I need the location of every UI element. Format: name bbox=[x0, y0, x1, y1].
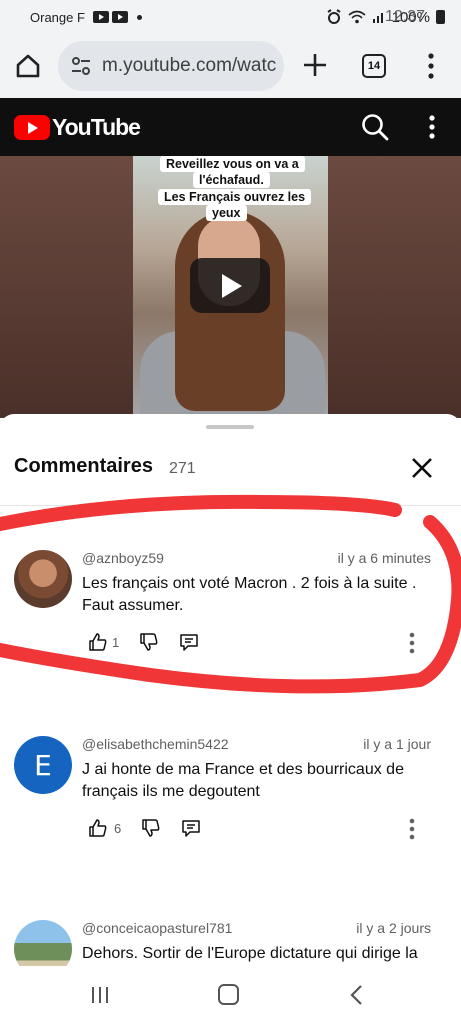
like-count: 1 bbox=[112, 634, 120, 650]
video-caption-line: Les Français ouvrez les bbox=[158, 189, 312, 205]
home-icon[interactable] bbox=[14, 52, 42, 80]
comments-count: 271 bbox=[169, 460, 196, 477]
address-bar[interactable]: m.youtube.com/watc bbox=[58, 41, 284, 91]
home-nav-icon[interactable] bbox=[218, 984, 239, 1005]
reply-button[interactable] bbox=[181, 818, 201, 838]
comment-time: il y a 2 jours bbox=[356, 920, 431, 936]
comment-author[interactable]: @conceicaopasturel781 bbox=[82, 920, 232, 936]
like-button[interactable]: 1 bbox=[88, 632, 119, 652]
comment-text: J ai honte de ma France et des bourricau… bbox=[82, 761, 404, 800]
dislike-button[interactable] bbox=[139, 632, 159, 652]
video-player[interactable]: Reveillez vous on va a l'échafaud. Les F… bbox=[0, 156, 461, 418]
status-bar: Orange F 12:37 100% bbox=[0, 0, 461, 34]
new-tab-icon[interactable] bbox=[302, 52, 328, 78]
comment-more-icon[interactable] bbox=[408, 632, 416, 654]
search-icon[interactable] bbox=[360, 112, 390, 142]
thumbs-down-icon bbox=[140, 633, 158, 651]
carrier-label: Orange F bbox=[30, 9, 85, 25]
avatar[interactable]: E bbox=[14, 736, 72, 794]
youtube-logo-text: YouTube bbox=[52, 114, 141, 140]
browser-toolbar: m.youtube.com/watc 14 bbox=[0, 34, 461, 98]
video-blur-right bbox=[328, 156, 461, 418]
comments-panel: Commentaires 271 @aznboyz59 il y a 6 min… bbox=[0, 414, 461, 966]
tab-count: 14 bbox=[367, 60, 381, 72]
drag-handle[interactable] bbox=[206, 425, 254, 429]
comment-author[interactable]: @elisabethchemin5422 bbox=[82, 736, 229, 752]
comments-title: Commentaires bbox=[14, 455, 153, 477]
url-text: m.youtube.com/watc bbox=[102, 55, 277, 76]
like-button[interactable]: 6 bbox=[88, 818, 121, 838]
comment-actions: 1 bbox=[88, 632, 219, 652]
site-settings-icon[interactable] bbox=[70, 55, 92, 77]
reply-icon bbox=[180, 634, 198, 651]
comment-author[interactable]: @aznboyz59 bbox=[82, 550, 164, 566]
comment-time: il y a 6 minutes bbox=[337, 550, 431, 566]
video-caption-line: yeux bbox=[206, 205, 247, 221]
signal-icon bbox=[372, 13, 383, 23]
youtube-menu-icon[interactable] bbox=[428, 114, 436, 140]
video-caption-line: Reveillez vous on va a bbox=[160, 156, 305, 172]
tab-switcher-button[interactable]: 14 bbox=[362, 54, 386, 78]
video-blur-left bbox=[0, 156, 133, 418]
youtube-notification-icon bbox=[92, 11, 109, 23]
comment-more-icon[interactable] bbox=[408, 818, 416, 840]
dislike-button[interactable] bbox=[141, 818, 161, 838]
divider bbox=[0, 505, 461, 506]
close-icon[interactable] bbox=[410, 456, 434, 480]
like-count: 6 bbox=[114, 820, 122, 836]
play-button[interactable] bbox=[190, 258, 270, 313]
browser-menu-icon[interactable] bbox=[426, 52, 436, 80]
reply-button[interactable] bbox=[179, 632, 199, 652]
system-nav-bar bbox=[0, 966, 461, 1024]
battery-icon bbox=[436, 10, 445, 24]
more-notifications-icon bbox=[136, 14, 142, 20]
youtube-notification-icon bbox=[111, 11, 128, 23]
clock: 12:37 bbox=[384, 8, 425, 25]
video-caption-line: l'échafaud. bbox=[193, 172, 270, 188]
thumbs-down-icon bbox=[142, 819, 160, 837]
comment-text: Les français ont voté Macron . 2 fois à … bbox=[82, 575, 417, 614]
comment-actions: 6 bbox=[88, 818, 221, 838]
comment-time: il y a 1 jour bbox=[363, 736, 431, 752]
youtube-logo[interactable]: YouTube bbox=[14, 114, 141, 141]
thumbs-up-icon bbox=[89, 633, 107, 651]
avatar[interactable] bbox=[14, 550, 72, 608]
back-icon[interactable] bbox=[349, 984, 363, 1006]
reply-icon bbox=[182, 820, 200, 837]
youtube-play-logo-icon bbox=[14, 115, 50, 140]
avatar[interactable] bbox=[14, 920, 72, 966]
thumbs-up-icon bbox=[89, 819, 107, 837]
alarm-icon bbox=[327, 9, 341, 24]
youtube-header: YouTube bbox=[0, 98, 461, 156]
comment-text: Dehors. Sortir de l'Europe dictature qui… bbox=[82, 945, 418, 962]
recent-apps-icon[interactable] bbox=[90, 986, 110, 1004]
wifi-icon bbox=[348, 10, 366, 24]
